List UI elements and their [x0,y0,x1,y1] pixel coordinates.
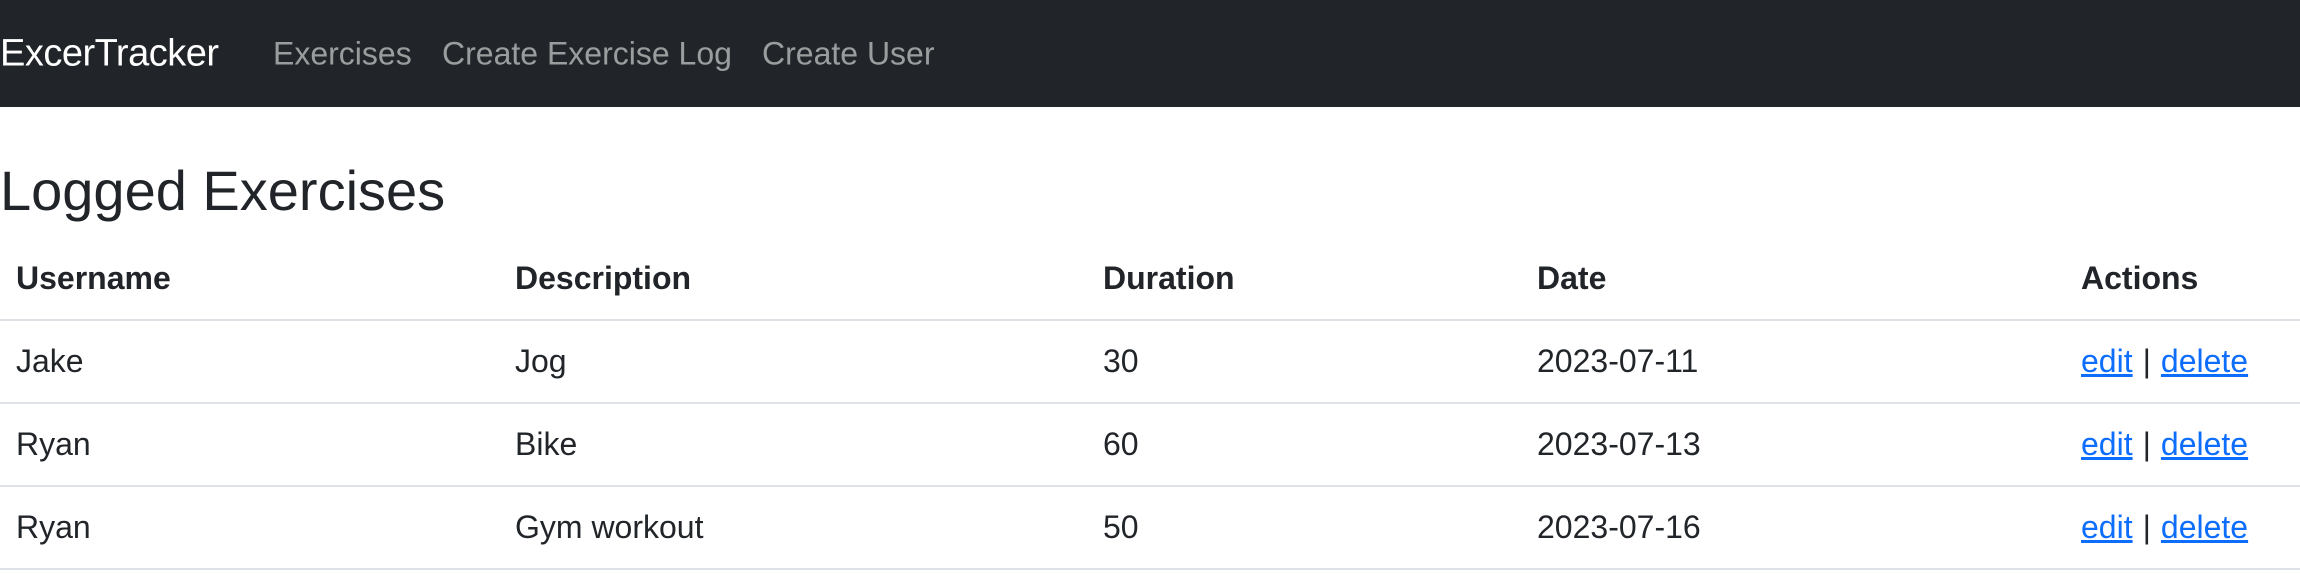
cell-description: Gym workout [499,486,1087,570]
cell-actions: edit | delete [2065,403,2300,487]
table-body: Jake Jog 30 2023-07-11 edit | delete Ryan … [0,320,2300,570]
table-header: Username Description Duration Date Actio… [0,238,2300,321]
cell-actions: edit | delete [2065,320,2300,404]
cell-duration: 50 [1087,486,1521,570]
delete-link[interactable]: delete [2161,509,2248,545]
nav-link-exercises[interactable]: Exercises [273,35,412,72]
delete-link[interactable]: delete [2161,426,2248,462]
cell-date: 2023-07-11 [1521,320,2065,404]
cell-actions: edit | delete [2065,486,2300,570]
edit-link[interactable]: edit [2081,426,2133,462]
column-header-duration: Duration [1087,238,1521,321]
page-title: Logged Exercises [0,159,446,222]
nav-link-create-exercise-log[interactable]: Create Exercise Log [442,35,732,72]
nav-link-create-user[interactable]: Create User [762,35,935,72]
column-header-date: Date [1521,238,2065,321]
cell-description: Jog [499,320,1087,404]
edit-link[interactable]: edit [2081,343,2133,379]
table-header-row: Username Description Duration Date Actio… [0,238,2300,321]
cell-username: Ryan [0,486,499,570]
column-header-username: Username [0,238,499,321]
cell-username: Ryan [0,403,499,487]
table-row: Ryan Bike 60 2023-07-13 edit | delete [0,403,2300,487]
cell-duration: 60 [1087,403,1521,487]
delete-link[interactable]: delete [2161,343,2248,379]
cell-date: 2023-07-16 [1521,486,2065,570]
exercise-log-table: Username Description Duration Date Actio… [0,238,2300,570]
column-header-description: Description [499,238,1087,321]
cell-description: Bike [499,403,1087,487]
cell-duration: 30 [1087,320,1521,404]
action-separator: | [2142,509,2151,545]
cell-username: Jake [0,320,499,404]
column-header-actions: Actions [2065,238,2300,321]
action-separator: | [2142,343,2151,379]
edit-link[interactable]: edit [2081,509,2133,545]
top-navbar: ExcerTracker Exercises Create Exercise L… [0,0,2300,107]
table-row: Ryan Gym workout 50 2023-07-16 edit | dele… [0,486,2300,570]
action-separator: | [2142,426,2151,462]
table-row: Jake Jog 30 2023-07-11 edit | delete [0,320,2300,404]
brand-link[interactable]: ExcerTracker [0,32,219,75]
cell-date: 2023-07-13 [1521,403,2065,487]
